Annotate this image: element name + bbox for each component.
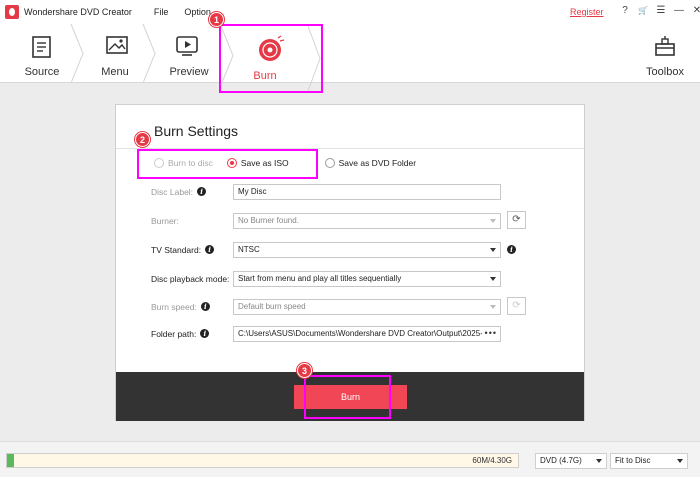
- row-burn-speed: Burn speed: i Default burn speed ⟳: [151, 297, 526, 315]
- row-folder-path: Folder path: i C:\Users\ASUS\Documents\Wo…: [151, 325, 501, 342]
- folder-path-value: C:\Users\ASUS\Documents\Wondershare DVD …: [238, 329, 482, 338]
- tv-standard-info-icon[interactable]: i: [507, 245, 516, 254]
- toolbox-icon: [655, 36, 675, 56]
- help-icon[interactable]: ?: [620, 5, 630, 17]
- app-title: Wondershare DVD Creator: [24, 7, 132, 17]
- disc-label-input[interactable]: My Disc: [233, 183, 501, 200]
- disc-usage-fill: [7, 454, 15, 467]
- folder-path-input[interactable]: C:\Users\ASUS\Documents\Wondershare DVD …: [233, 325, 501, 342]
- menu-icon: [106, 36, 128, 54]
- step-menu-label: Menu: [101, 66, 129, 78]
- register-link[interactable]: Register: [570, 7, 604, 17]
- fit-mode-value: Fit to Disc: [615, 456, 651, 465]
- tv-standard-label: TV Standard:: [151, 244, 202, 255]
- step-burn[interactable]: Burn: [219, 24, 323, 93]
- folder-path-label: Folder path:: [151, 328, 197, 339]
- step-badge-3: 3: [297, 363, 312, 378]
- step-badge-2: 2: [135, 132, 150, 147]
- close-icon[interactable]: ✕: [692, 5, 700, 17]
- info-icon[interactable]: i: [200, 329, 210, 338]
- chevron-down-icon: [490, 247, 496, 252]
- tv-standard-value: NTSC: [238, 245, 260, 254]
- chevron-down-icon: [490, 218, 496, 223]
- menu-file[interactable]: File: [154, 7, 169, 17]
- radio-label: Save as DVD Folder: [338, 158, 417, 168]
- radio-circle: [324, 158, 335, 168]
- step-source[interactable]: Source: [0, 24, 84, 83]
- step-menu[interactable]: Menu: [84, 24, 156, 83]
- refresh-speed-button[interactable]: ⟳: [507, 297, 526, 315]
- menu-option[interactable]: Option: [184, 7, 211, 17]
- info-icon[interactable]: i: [205, 245, 215, 254]
- toolbox-label: Toolbox: [646, 66, 684, 78]
- step-burn-label: Burn: [253, 70, 277, 82]
- info-icon[interactable]: i: [200, 302, 210, 311]
- burner-label: Burner:: [151, 215, 179, 226]
- toolbox-button[interactable]: Toolbox: [630, 24, 700, 83]
- playback-mode-value: Start from menu and play all titles sequ…: [238, 274, 402, 283]
- disc-label-label: Disc Label:: [151, 186, 194, 197]
- burn-speed-label: Burn speed:: [151, 301, 197, 312]
- row-playback-mode: Disc playback mode: Start from menu and …: [151, 270, 501, 287]
- status-bar: 60M/4.30G DVD (4.7G) Fit to Disc: [0, 441, 700, 477]
- chevron-down-icon: [677, 459, 683, 463]
- fit-mode-select[interactable]: Fit to Disc: [610, 453, 688, 469]
- chevron-down-icon: [490, 276, 496, 281]
- tv-standard-select[interactable]: NTSC: [233, 241, 501, 258]
- chevron-down-icon: [596, 459, 602, 463]
- highlight-box-burn: [304, 375, 391, 419]
- disc-usage-bar: 60M/4.30G: [6, 453, 519, 468]
- step-badge-1: 1: [209, 12, 224, 27]
- burn-settings-dialog: Burn Settings Burn to disc Save as ISO S…: [115, 104, 585, 421]
- browse-folder-button[interactable]: •••: [485, 328, 497, 338]
- chevron-down-icon: [490, 304, 496, 309]
- app-logo-icon: [5, 5, 19, 19]
- main-toolbar: Source Menu Preview Burn Toolbox: [0, 24, 700, 93]
- menu-icon[interactable]: ☰: [656, 5, 666, 17]
- row-tv-standard: TV Standard: i NTSC i: [151, 241, 516, 258]
- cart-icon[interactable]: 🛒: [638, 5, 648, 17]
- minimize-icon[interactable]: —: [674, 5, 684, 17]
- row-disc-label: Disc Label: i My Disc: [151, 183, 501, 200]
- playback-mode-label: Disc playback mode:: [151, 273, 230, 284]
- burner-value: No Burner found.: [238, 216, 299, 225]
- dialog-title: Burn Settings: [154, 123, 239, 139]
- disc-label-value: My Disc: [238, 187, 267, 196]
- title-bar: Wondershare DVD Creator File Option Regi…: [0, 0, 700, 24]
- burn-speed-value: Default burn speed: [238, 302, 306, 311]
- refresh-burner-button[interactable]: ⟳: [507, 211, 526, 229]
- source-icon: [32, 36, 51, 58]
- disc-usage-text: 60M/4.30G: [472, 456, 512, 465]
- info-icon[interactable]: i: [197, 187, 207, 196]
- disc-type-value: DVD (4.7G): [540, 456, 582, 465]
- burn-speed-select[interactable]: Default burn speed: [233, 298, 501, 315]
- disc-type-select[interactable]: DVD (4.7G): [535, 453, 607, 469]
- preview-icon: [176, 36, 198, 56]
- burn-icon: [259, 35, 285, 61]
- highlight-box-options: [137, 149, 318, 179]
- burner-select[interactable]: No Burner found.: [233, 212, 501, 229]
- row-burner: Burner: No Burner found. ⟳: [151, 211, 526, 229]
- playback-mode-select[interactable]: Start from menu and play all titles sequ…: [233, 270, 501, 287]
- radio-save-as-dvd-folder[interactable]: Save as DVD Folder: [324, 158, 417, 168]
